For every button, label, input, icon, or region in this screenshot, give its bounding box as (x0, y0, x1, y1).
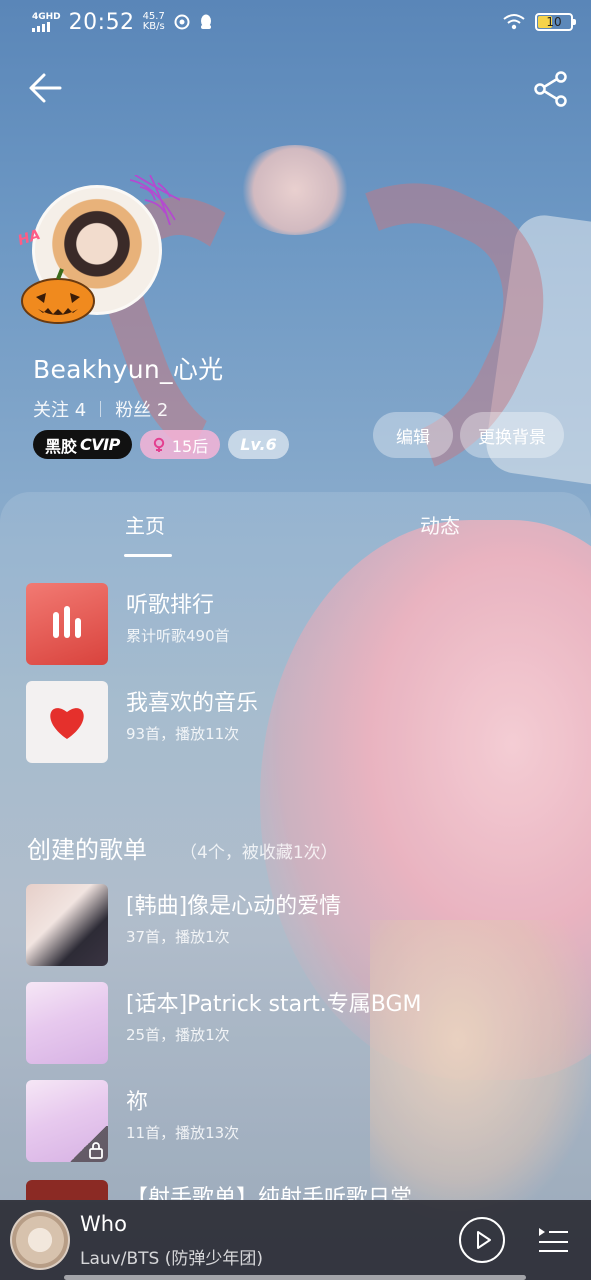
tab-feed[interactable]: 动态 (420, 510, 460, 539)
followers-stat[interactable]: 粉丝 2 (115, 396, 168, 422)
signal-icon: 4GHD (32, 12, 61, 32)
play-button[interactable] (459, 1217, 505, 1263)
status-bar: 4GHD 20:52 45.7 KB/s 10 (0, 0, 591, 44)
created-playlists-meta: （4个，被收藏1次） (180, 843, 338, 863)
badges: 黑胶 CVIP 15后 Lv.6 (33, 430, 289, 459)
following-stat[interactable]: 关注 4 (33, 396, 86, 422)
divider (100, 401, 102, 417)
follow-stats: 关注 4 粉丝 2 (33, 396, 168, 422)
now-playing-artist: Lauv/BTS (防弹少年团) (80, 1249, 263, 1269)
active-tab-indicator (124, 554, 172, 557)
female-icon (153, 437, 165, 452)
list-item-title: 我喜欢的音乐 (126, 691, 259, 716)
playlist-cover (26, 1080, 108, 1162)
status-time: 20:52 (68, 9, 135, 35)
vip-badge[interactable]: 黑胶 CVIP (33, 430, 132, 459)
playlist-queue-icon[interactable] (535, 1222, 571, 1258)
playlist-cover (26, 1180, 108, 1200)
network-speed: 45.7 KB/s (142, 11, 165, 32)
spiderweb-icon (130, 175, 180, 225)
mini-player[interactable]: Who Lauv/BTS (防弹少年团) (0, 1200, 591, 1280)
now-playing-cover[interactable] (10, 1210, 70, 1270)
playlist-cover (26, 982, 108, 1064)
playlist-item-partial[interactable]: 【射手歌单】纯射手听歌日常 (26, 1180, 566, 1200)
playlist-subtitle: 11首，播放13次 (126, 1124, 240, 1142)
list-item-subtitle: 累计听歌490首 (126, 627, 230, 645)
created-playlists-title: 创建的歌单 (27, 836, 147, 864)
playlist-title: [话本]Patrick start.专属BGM (126, 992, 422, 1017)
liked-music-item[interactable]: 我喜欢的音乐 93首，播放11次 (26, 681, 566, 763)
username: Beakhyun_心光 (33, 355, 224, 384)
change-background-button[interactable]: 更换背景 (460, 412, 564, 458)
arrow-left-icon[interactable] (28, 70, 64, 106)
playlist-subtitle: 25首，播放1次 (126, 1026, 230, 1044)
profile-tabs: 主页 动态 (0, 510, 591, 560)
heart-icon (26, 681, 108, 763)
now-playing-title: Who (80, 1212, 127, 1236)
qq-icon (200, 14, 211, 29)
battery-icon: 10 (535, 13, 576, 31)
share-icon[interactable] (532, 70, 570, 108)
playlist-title: [韩曲]像是心动的爱情 (126, 894, 342, 919)
level-badge[interactable]: Lv.6 (228, 430, 289, 459)
playlist-title: 【射手歌单】纯射手听歌日常 (126, 1186, 413, 1200)
play-icon (477, 1231, 491, 1249)
bar-chart-icon (26, 583, 108, 665)
list-item-title: 听歌排行 (126, 593, 215, 618)
playlist-subtitle: 37首，播放1次 (126, 928, 230, 946)
sync-icon (174, 14, 190, 30)
home-indicator (64, 1275, 526, 1280)
playlist-title: 祢 (126, 1090, 149, 1115)
avatar[interactable]: HA (16, 175, 180, 325)
playlist-item[interactable]: 祢 11首，播放13次 (26, 1080, 566, 1162)
playlist-item[interactable]: [话本]Patrick start.专属BGM 25首，播放1次 (26, 982, 566, 1064)
list-item-subtitle: 93首，播放11次 (126, 725, 240, 743)
wifi-icon (503, 14, 525, 30)
playlist-cover (26, 884, 108, 966)
pumpkin-icon (21, 268, 95, 324)
age-badge[interactable]: 15后 (139, 430, 221, 459)
edit-profile-button[interactable]: 编辑 (373, 412, 453, 458)
playlist-item[interactable]: [韩曲]像是心动的爱情 37首，播放1次 (26, 884, 566, 966)
tab-home[interactable]: 主页 (125, 510, 165, 539)
lock-icon (68, 1126, 108, 1162)
listening-ranking-item[interactable]: 听歌排行 累计听歌490首 (26, 583, 566, 665)
